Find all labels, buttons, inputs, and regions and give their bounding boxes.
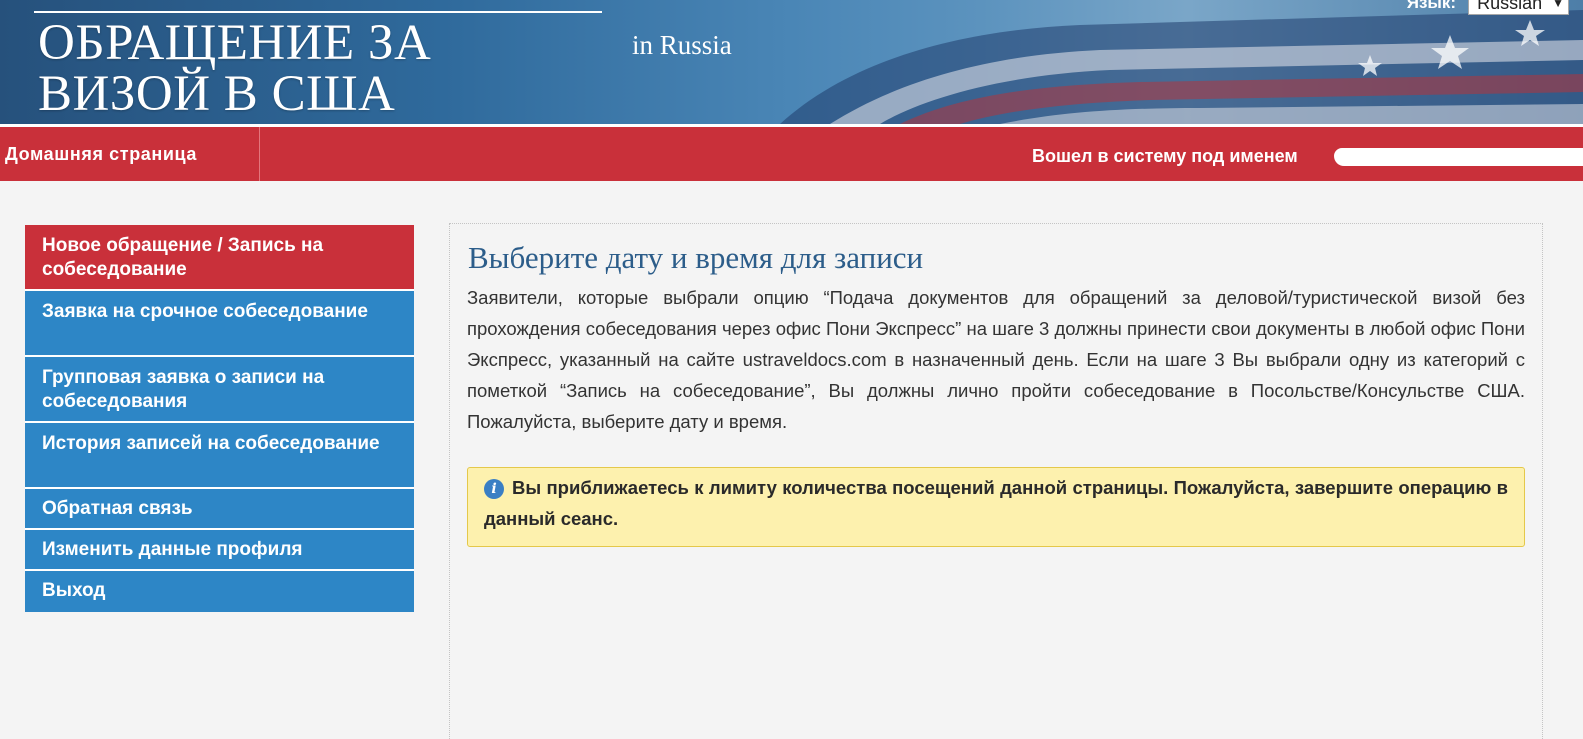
language-label: Язык: <box>1406 0 1457 12</box>
sidebar-item-new-application[interactable]: Новое обращение / Запись на собеседовани… <box>25 225 414 291</box>
sidebar-item-edit-profile[interactable]: Изменить данные профиля <box>25 530 414 571</box>
main-content: Выберите дату и время для записи Заявите… <box>449 223 1543 739</box>
header-banner: ОБРАЩЕНИЕ ЗА ВИЗОЙ В США in Russia Язык:… <box>0 0 1583 124</box>
language-select[interactable]: Russian ▼ <box>1468 0 1569 15</box>
site-title-line-1: ОБРАЩЕНИЕ ЗА <box>38 15 432 71</box>
page-title: Выберите дату и время для записи <box>468 240 924 275</box>
site-title-line-2: ВИЗОЙ В США <box>38 66 396 122</box>
language-selector: Язык: Russian ▼ <box>1407 0 1569 15</box>
language-value: Russian <box>1477 0 1543 13</box>
site-title: ОБРАЩЕНИЕ ЗА ВИЗОЙ В США <box>38 18 431 120</box>
instructions-text: Заявители, которые выбрали опцию “Подача… <box>467 287 1525 432</box>
sidebar-item-expedited-interview[interactable]: Заявка на срочное собеседование <box>25 291 414 357</box>
sidebar-menu: Новое обращение / Запись на собеседовани… <box>25 225 414 612</box>
top-navbar: Домашняя страница Вошел в систему под им… <box>0 124 1583 181</box>
chevron-down-icon: ▼ <box>1552 0 1564 10</box>
notice-text: Вы приближаетесь к лимиту количества пос… <box>484 477 1508 529</box>
info-icon: i <box>484 479 504 499</box>
sidebar-item-feedback[interactable]: Обратная связь <box>25 489 414 530</box>
banner-top-rule <box>34 11 602 13</box>
logged-in-label: Вошел в систему под именем <box>1032 146 1298 166</box>
sidebar-item-logout[interactable]: Выход <box>25 571 414 612</box>
sidebar-item-group-appointment[interactable]: Групповая заявка о записи на собеседован… <box>25 357 414 423</box>
country-label: in Russia <box>632 30 732 60</box>
redacted-username <box>1334 148 1583 166</box>
limit-warning-notice: i Вы приближаетесь к лимиту количества по… <box>467 467 1525 547</box>
home-link[interactable]: Домашняя страница <box>0 127 260 181</box>
sidebar-item-appointment-history[interactable]: История записей на собеседование <box>25 423 414 489</box>
